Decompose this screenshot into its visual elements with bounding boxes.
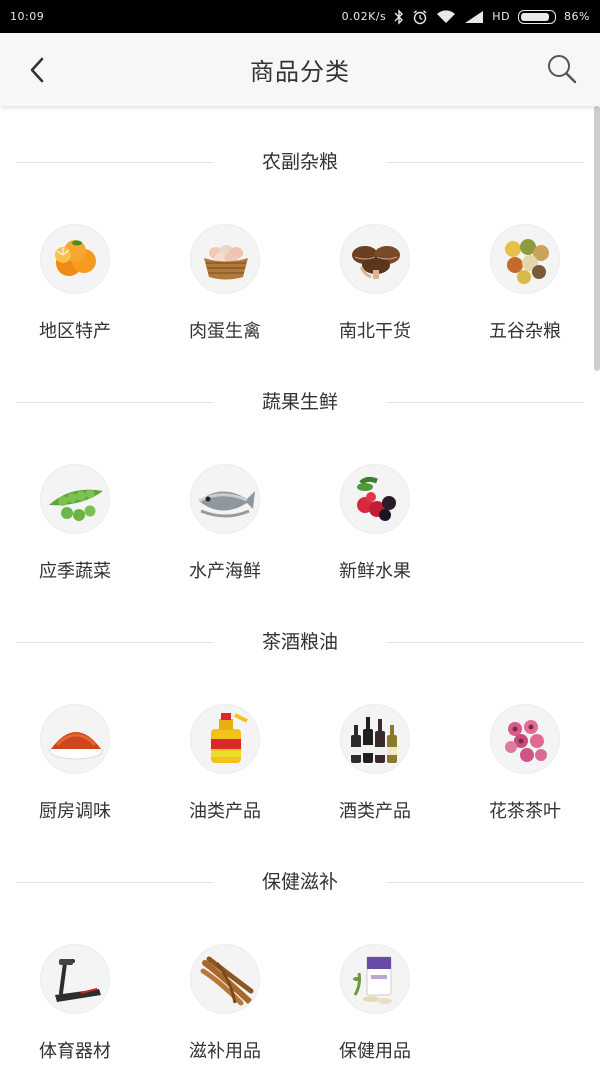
egg-basket-icon (190, 224, 260, 294)
search-button[interactable] (544, 51, 580, 87)
category-label: 滋补用品 (189, 1041, 261, 1062)
wifi-icon (436, 9, 456, 24)
chevron-left-icon (30, 57, 44, 83)
hd-label: HD (492, 10, 511, 23)
fish-icon (190, 464, 260, 534)
category-item[interactable]: 应季蔬菜 (0, 464, 150, 594)
section-title: 农副杂粮 (261, 151, 338, 173)
alarm-icon (412, 9, 428, 25)
category-item[interactable]: 水产海鲜 (150, 464, 300, 594)
pea-icon (40, 464, 110, 534)
category-item[interactable]: 滋补用品 (150, 944, 300, 1067)
top-nav-bar: 商品分类 (0, 33, 600, 106)
section-title: 蔬果生鲜 (261, 391, 338, 413)
battery-icon (518, 9, 557, 24)
search-icon (548, 55, 577, 84)
category-label: 新鲜水果 (339, 561, 411, 582)
category-label: 地区特产 (39, 321, 111, 342)
status-time: 10:09 (10, 10, 45, 23)
wine-bottle-icon (340, 704, 410, 774)
category-label: 酒类产品 (339, 801, 411, 822)
category-item[interactable]: 南北干货 (300, 224, 450, 354)
category-item[interactable]: 体育器材 (0, 944, 150, 1067)
category-item[interactable]: 地区特产 (0, 224, 150, 354)
category-item[interactable]: 保健用品 (300, 944, 450, 1067)
berry-icon (340, 464, 410, 534)
category-label: 肉蛋生禽 (189, 321, 261, 342)
category-item[interactable]: 花茶茶叶 (450, 704, 600, 834)
signal-icon (464, 10, 484, 24)
mushroom-icon (340, 224, 410, 294)
treadmill-icon (40, 944, 110, 1014)
category-item[interactable]: 酒类产品 (300, 704, 450, 834)
back-button[interactable] (22, 53, 52, 87)
category-label: 应季蔬菜 (39, 561, 111, 582)
category-item[interactable]: 五谷杂粮 (450, 224, 600, 354)
grain-icon (490, 224, 560, 294)
category-label: 厨房调味 (39, 801, 111, 822)
category-item[interactable]: 厨房调味 (0, 704, 150, 834)
spice-icon (40, 704, 110, 774)
category-label: 五谷杂粮 (489, 321, 561, 342)
category-item[interactable]: 肉蛋生禽 (150, 224, 300, 354)
category-item[interactable]: 新鲜水果 (300, 464, 450, 594)
net-speed: 0.02K/s (341, 10, 387, 23)
category-label: 南北干货 (339, 321, 411, 342)
category-label: 体育器材 (39, 1041, 111, 1062)
category-list[interactable]: 农副杂粮地区特产 肉蛋生禽 南北干货 五谷杂粮蔬果生鲜应季蔬菜 水产海鲜 新鲜水果茶酒粮油… (0, 106, 600, 1067)
category-label: 油类产品 (189, 801, 261, 822)
orange-icon (40, 224, 110, 294)
ginseng-icon (190, 944, 260, 1014)
bluetooth-icon (394, 8, 404, 25)
scrollbar[interactable] (594, 106, 600, 371)
supplement-box-icon (340, 944, 410, 1014)
battery-percent: 86% (564, 10, 590, 23)
page-title: 商品分类 (250, 58, 350, 86)
section-title: 保健滋补 (261, 871, 338, 893)
category-label: 花茶茶叶 (489, 801, 561, 822)
category-label: 水产海鲜 (189, 561, 261, 582)
category-item[interactable]: 油类产品 (150, 704, 300, 834)
flower-tea-icon (490, 704, 560, 774)
status-bar: 10:09 0.02K/s HD 86% (0, 0, 600, 33)
section-title: 茶酒粮油 (261, 631, 338, 653)
category-label: 保健用品 (339, 1041, 411, 1062)
oil-bottle-icon (190, 704, 260, 774)
